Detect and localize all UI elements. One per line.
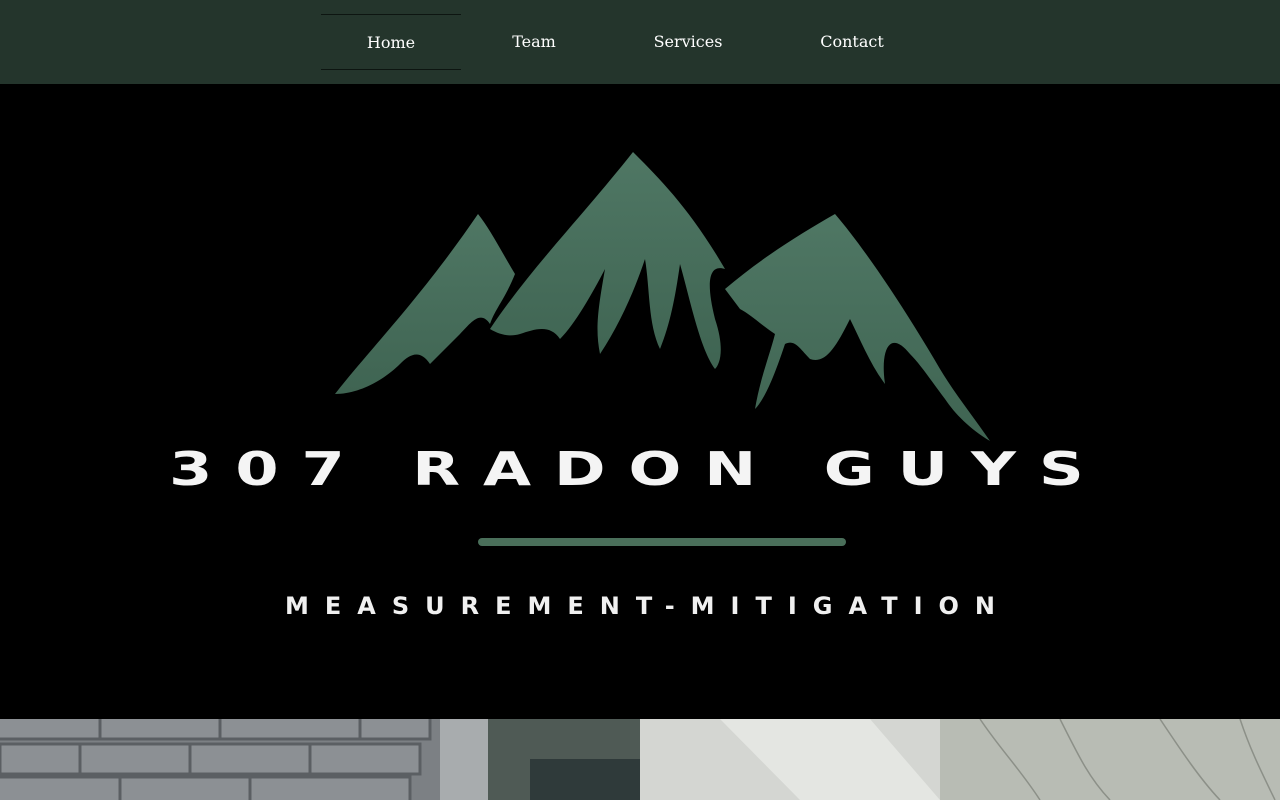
accent-divider: [478, 538, 846, 546]
brand-name: 307 RADON GUYS: [169, 442, 1107, 496]
tagline: MEASUREMENT-MITIGATION: [285, 592, 1011, 620]
nav-item-team[interactable]: Team: [466, 14, 602, 70]
hero-banner: 307 RADON GUYS MEASUREMENT-MITIGATION: [0, 84, 1280, 719]
nav-item-contact[interactable]: Contact: [784, 14, 920, 70]
nav-item-home[interactable]: Home: [321, 14, 461, 70]
mountain-range-icon: [335, 152, 990, 441]
nav-item-services[interactable]: Services: [620, 14, 756, 70]
house-exterior-brick-photo: [0, 719, 640, 800]
house-exterior-siding-photo: [640, 719, 1280, 800]
top-navigation: Home Team Services Contact: [0, 0, 1280, 84]
